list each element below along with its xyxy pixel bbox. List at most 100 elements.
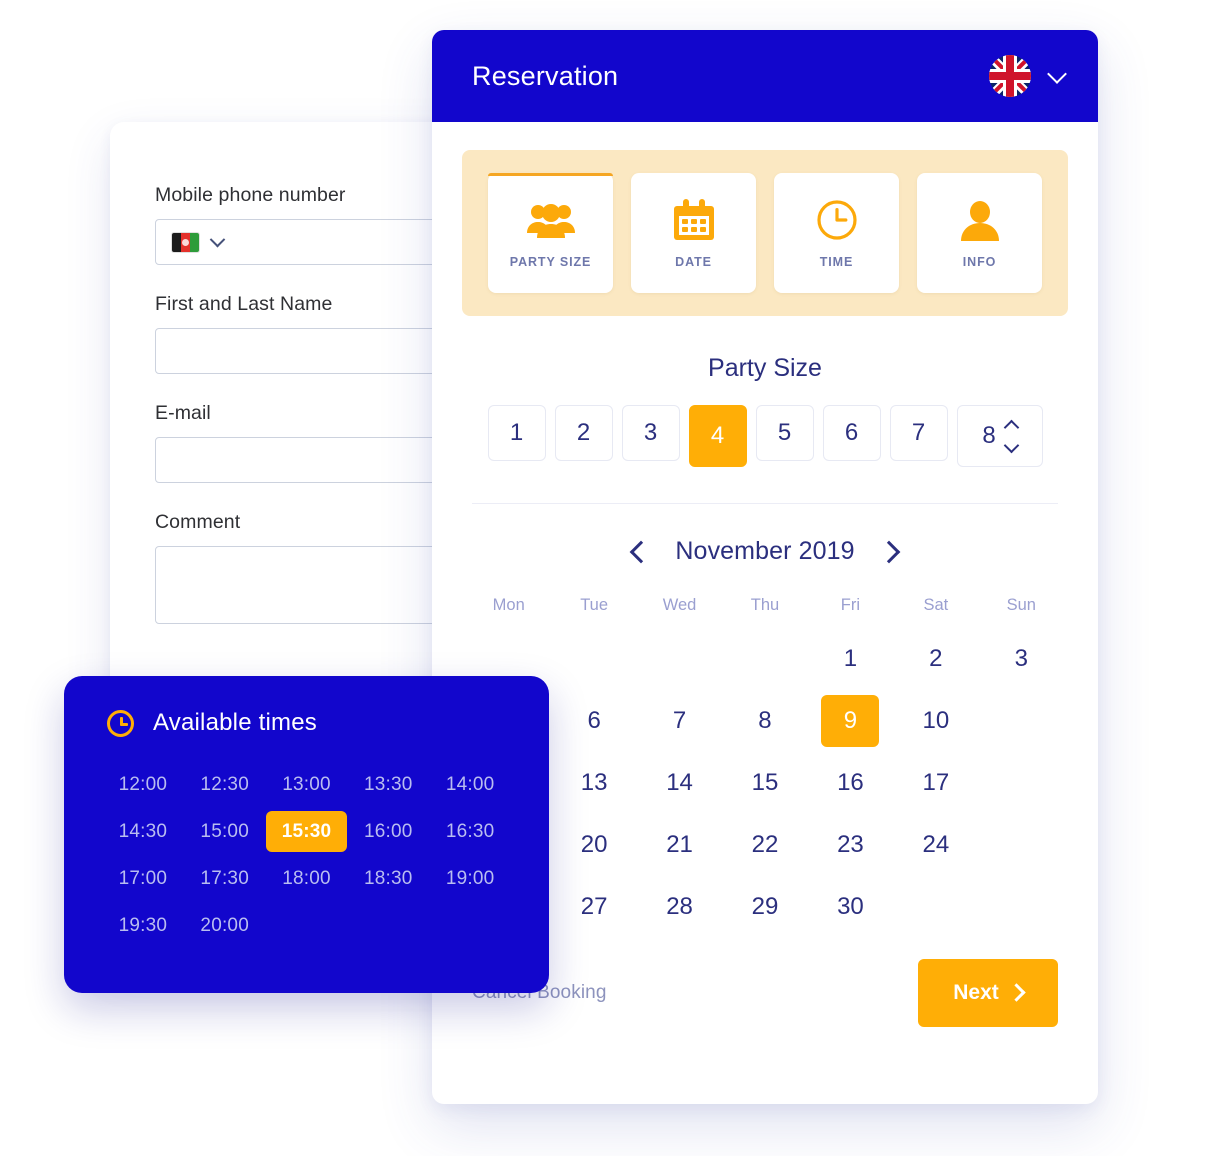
calendar-day-label [992, 695, 1050, 747]
party-size-option[interactable]: 3 [621, 405, 680, 461]
party-size-option[interactable]: 5 [755, 405, 814, 461]
chevron-up-icon[interactable] [1003, 419, 1019, 435]
calendar-day[interactable]: 14 [637, 753, 722, 813]
calendar-day-label [907, 881, 965, 933]
party-size-option[interactable]: 8 [956, 405, 1043, 467]
calendar-day-empty [637, 629, 722, 689]
time-slot[interactable]: 16:00 [347, 811, 429, 852]
time-slot[interactable]: 18:00 [266, 858, 348, 899]
calendar-day-label: 30 [837, 893, 864, 920]
person-icon [960, 197, 999, 243]
calendar-day-label: 7 [672, 707, 687, 734]
party-size-option[interactable]: 6 [822, 405, 881, 461]
party-size-option[interactable]: 2 [554, 405, 613, 461]
calendar-day-empty [722, 629, 807, 689]
calendar-day[interactable]: 23 [808, 815, 893, 875]
calendar-day-label [992, 819, 1050, 871]
party-size-option-label: 1 [509, 419, 524, 446]
calendar-day[interactable]: 21 [637, 815, 722, 875]
calendar-day[interactable]: 13 [551, 753, 636, 813]
time-slot[interactable]: 14:30 [102, 811, 184, 852]
calendar-day[interactable]: 3 [979, 629, 1064, 689]
chevron-down-icon[interactable] [209, 231, 226, 247]
step-tab-info[interactable]: INFO [917, 173, 1042, 293]
calendar-day[interactable]: 29 [722, 877, 807, 937]
time-slot[interactable]: 13:30 [347, 764, 429, 805]
time-slot[interactable]: 16:30 [429, 811, 511, 852]
party-size-option-label: 4 [710, 422, 725, 449]
calendar-day-empty [893, 877, 978, 937]
step-tab-party-size[interactable]: PARTY SIZE [488, 173, 613, 293]
party-size-option-label: 8 [982, 422, 996, 449]
time-slot[interactable]: 13:00 [266, 764, 348, 805]
calendar-day[interactable]: 15 [722, 753, 807, 813]
time-slot[interactable]: 15:00 [184, 811, 266, 852]
calendar-day-label: 3 [1014, 645, 1028, 672]
party-size-option[interactable]: 7 [889, 405, 948, 461]
section-divider [472, 503, 1058, 504]
calendar-day[interactable]: 8 [722, 691, 807, 751]
time-slot[interactable]: 19:00 [429, 858, 511, 899]
time-slot[interactable]: 17:00 [102, 858, 184, 899]
calendar-day[interactable]: 1 [808, 629, 893, 689]
chevron-left-icon[interactable] [630, 540, 653, 563]
calendar-day-label: 16 [837, 769, 864, 796]
chevron-right-icon[interactable] [877, 540, 900, 563]
calendar-day-empty [979, 691, 1064, 751]
calendar-header: November 2019 [432, 537, 1098, 566]
calendar-weekday-label: Sun [1006, 596, 1036, 614]
step-tab-date[interactable]: DATE [631, 173, 756, 293]
calendar-day[interactable]: 22 [722, 815, 807, 875]
next-button[interactable]: Next [918, 959, 1058, 1027]
party-size-option[interactable]: 4 [688, 405, 747, 467]
time-slot[interactable]: 15:30 [265, 811, 348, 852]
time-slot[interactable]: 12:00 [102, 764, 184, 805]
step-label: DATE [675, 255, 712, 269]
calendar-day-label: 27 [580, 893, 608, 920]
calendar-day[interactable]: 10 [893, 691, 978, 751]
party-size-option-label: 2 [576, 419, 591, 446]
available-times-card: Available times 12:00 12:30 13:00 13:30 14:0… [64, 676, 549, 993]
available-times-header: Available times [64, 676, 549, 737]
party-size-option-label: 6 [844, 419, 859, 446]
available-times-title: Available times [153, 709, 317, 736]
calendar-day[interactable]: 27 [551, 877, 636, 937]
calendar-day[interactable]: 28 [637, 877, 722, 937]
calendar-day-label [992, 881, 1050, 933]
clock-icon [816, 197, 858, 243]
calendar-day-label: 21 [666, 831, 693, 858]
time-slot[interactable]: 19:30 [102, 905, 184, 946]
calendar-day-label: 10 [922, 707, 950, 734]
time-slot[interactable]: 18:30 [347, 858, 429, 899]
calendar-day[interactable]: 20 [551, 815, 636, 875]
calendar-day[interactable]: 30 [808, 877, 893, 937]
step-tab-time[interactable]: TIME [774, 173, 899, 293]
calendar-day-label: 17 [922, 769, 950, 796]
time-slot[interactable]: 17:30 [184, 858, 266, 899]
calendar-day-label: 24 [922, 831, 950, 858]
calendar-day[interactable]: 6 [551, 691, 636, 751]
calendar-day[interactable]: 9 [808, 691, 893, 751]
calendar-weekday-label: Wed [662, 596, 697, 614]
calendar-weekday-label: Sat [923, 596, 949, 614]
party-size-option[interactable]: 1 [487, 405, 546, 461]
calendar-day[interactable]: 16 [808, 753, 893, 813]
party-size-title: Party Size [708, 354, 822, 382]
party-size-stepper[interactable] [1003, 419, 1019, 453]
calendar-day-label: 13 [580, 769, 608, 796]
chevron-down-icon[interactable] [1047, 64, 1067, 84]
time-slot[interactable]: 12:30 [184, 764, 266, 805]
calendar-day-label: 1 [843, 645, 858, 672]
calendar-day[interactable]: 24 [893, 815, 978, 875]
language-picker[interactable] [989, 55, 1067, 97]
time-slot[interactable]: 20:00 [184, 905, 266, 946]
calendar-day[interactable]: 2 [893, 629, 978, 689]
calendar-day[interactable]: 17 [893, 753, 978, 813]
chevron-down-icon[interactable] [1003, 437, 1019, 453]
calendar-day-label: 29 [751, 893, 779, 920]
time-slot[interactable]: 14:00 [429, 764, 511, 805]
calendar-day[interactable]: 7 [637, 691, 722, 751]
party-size-option-label: 3 [643, 419, 658, 446]
calendar-day-label: 8 [758, 707, 772, 734]
calendar-day-label: 23 [837, 831, 864, 858]
